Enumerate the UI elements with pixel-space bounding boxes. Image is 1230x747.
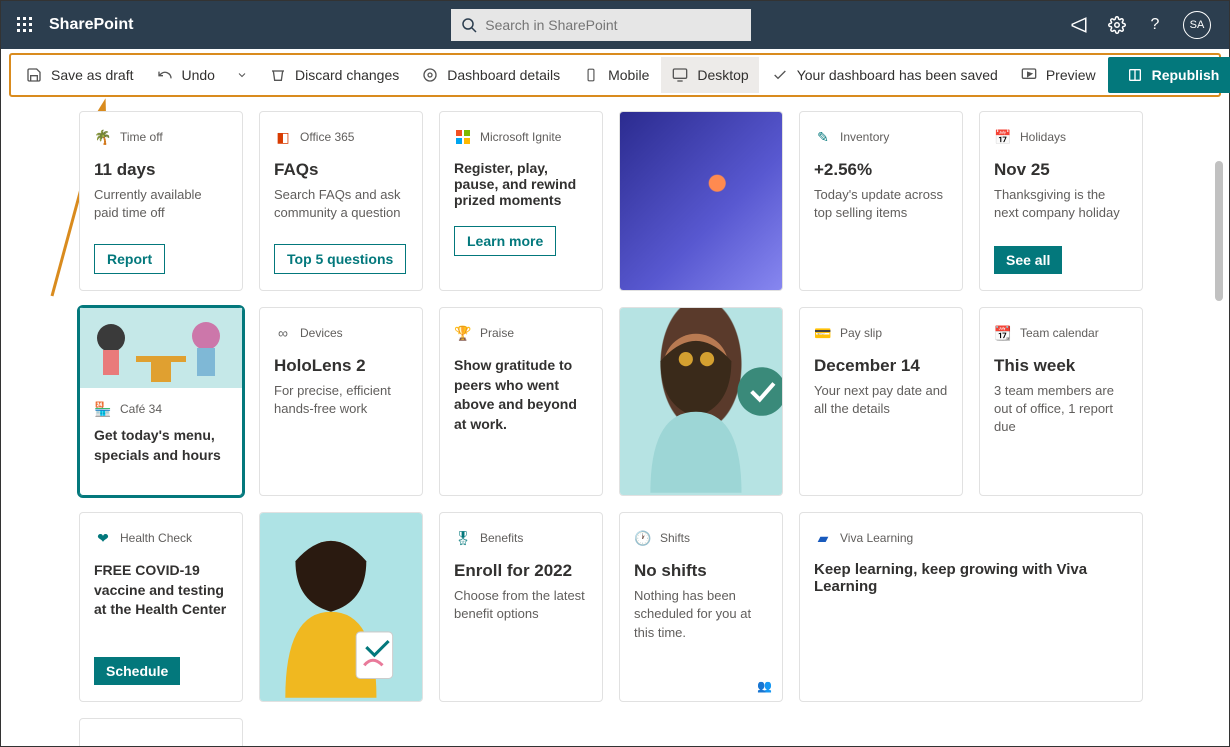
devices-icon: ∞ (274, 324, 292, 342)
card-office365[interactable]: ◧Office 365 FAQs Search FAQs and ask com… (259, 111, 423, 291)
preview-button[interactable]: Preview (1010, 57, 1106, 93)
card-praise[interactable]: 🏆Praise Show gratitude to peers who went… (439, 307, 603, 496)
mobile-icon (582, 66, 600, 84)
payslip-icon: 💳 (814, 324, 832, 342)
card-empty[interactable] (79, 718, 243, 747)
dashboard-details-button[interactable]: Dashboard details (411, 57, 570, 93)
mobile-view-button[interactable]: Mobile (572, 57, 659, 93)
dashboard-canvas: 🌴Time off 11 days Currently available pa… (1, 101, 1229, 746)
desktop-icon (671, 66, 689, 84)
cafe-icon: 🏪 (94, 400, 112, 418)
card-inventory[interactable]: ✎Inventory +2.56% Today's update across … (799, 111, 963, 291)
ignite-illustration (620, 112, 782, 290)
card-shifts[interactable]: 🕐Shifts No shifts Nothing has been sched… (619, 512, 783, 701)
timeoff-icon: 🌴 (94, 128, 112, 146)
card-ignite[interactable]: Microsoft Ignite Register, play, pause, … (439, 111, 603, 291)
ignite-learnmore-button[interactable]: Learn more (454, 226, 556, 256)
card-viva[interactable]: ▰Viva Learning Keep learning, keep growi… (799, 512, 1143, 701)
search-input[interactable] (451, 9, 751, 41)
card-health-image (259, 512, 423, 701)
check-icon (771, 66, 789, 84)
save-draft-button[interactable]: Save as draft (15, 57, 144, 93)
card-benefits[interactable]: 🎖Benefits Enroll for 2022 Choose from th… (439, 512, 603, 701)
brand-label: SharePoint (49, 16, 133, 34)
undo-icon (156, 66, 174, 84)
card-grid: 🌴Time off 11 days Currently available pa… (79, 111, 1217, 746)
trophy-icon: 🏆 (454, 324, 472, 342)
inventory-icon: ✎ (814, 128, 832, 146)
health-schedule-button[interactable]: Schedule (94, 657, 180, 685)
undo-dropdown[interactable] (227, 57, 257, 93)
card-timeoff[interactable]: 🌴Time off 11 days Currently available pa… (79, 111, 243, 291)
help-icon[interactable]: ? (1145, 15, 1165, 35)
search-icon (461, 17, 477, 38)
scrollbar-thumb[interactable] (1215, 161, 1223, 301)
cafe-illustration (80, 308, 242, 388)
timeoff-report-button[interactable]: Report (94, 244, 165, 274)
chevron-down-icon (233, 66, 251, 84)
discard-icon (269, 66, 287, 84)
card-praise-image (619, 307, 783, 496)
office-top5-button[interactable]: Top 5 questions (274, 244, 406, 274)
calendar-icon: 📅 (994, 128, 1012, 146)
ribbon-icon: 🎖 (454, 529, 472, 547)
search-box[interactable] (451, 9, 751, 41)
card-cafe[interactable]: 🏪Café 34 Get today's menu, specials and … (79, 307, 243, 496)
office-icon: ◧ (274, 128, 292, 146)
praise-illustration (620, 308, 782, 495)
user-avatar[interactable]: SA (1183, 11, 1211, 39)
save-icon (25, 66, 43, 84)
header-actions: ? SA (1069, 11, 1221, 39)
clock-icon: 🕐 (634, 529, 652, 547)
toolbar-container: Save as draft Undo Discard changes Dashb… (1, 49, 1229, 101)
publish-icon (1126, 66, 1144, 84)
republish-button[interactable]: Republish (1108, 57, 1230, 93)
discard-button[interactable]: Discard changes (259, 57, 409, 93)
card-holidays[interactable]: 📅Holidays Nov 25 Thanksgiving is the nex… (979, 111, 1143, 291)
command-bar: Save as draft Undo Discard changes Dashb… (9, 53, 1221, 97)
card-ignite-image (619, 111, 783, 291)
undo-button[interactable]: Undo (146, 57, 225, 93)
nurse-illustration (260, 513, 422, 700)
microsoft-icon (454, 128, 472, 146)
saved-status: Your dashboard has been saved (761, 57, 1008, 93)
card-health[interactable]: ❤Health Check FREE COVID-19 vaccine and … (79, 512, 243, 701)
card-devices[interactable]: ∞Devices HoloLens 2 For precise, efficie… (259, 307, 423, 496)
card-payslip[interactable]: 💳Pay slip December 14 Your next pay date… (799, 307, 963, 496)
megaphone-icon[interactable] (1069, 15, 1089, 35)
settings-icon[interactable] (1107, 15, 1127, 35)
card-teamcalendar[interactable]: 📆Team calendar This week 3 team members … (979, 307, 1143, 496)
global-header: SharePoint ? SA (1, 1, 1229, 49)
desktop-view-button[interactable]: Desktop (661, 57, 758, 93)
preview-icon (1020, 66, 1038, 84)
holidays-seeall-button[interactable]: See all (994, 246, 1062, 274)
app-launcher-icon[interactable] (9, 9, 41, 41)
heart-icon: ❤ (94, 529, 112, 547)
gear-icon (421, 66, 439, 84)
team-calendar-icon: 📆 (994, 324, 1012, 342)
people-icon: 👥 (757, 679, 772, 693)
viva-icon: ▰ (814, 529, 832, 547)
